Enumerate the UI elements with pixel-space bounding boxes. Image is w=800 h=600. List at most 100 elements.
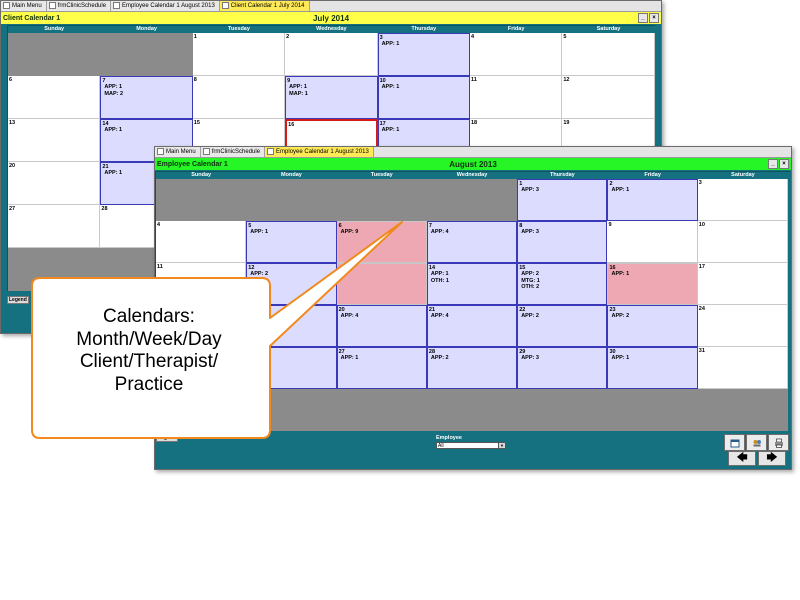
calendar-day-cell[interactable]: 16 APP: 1 <box>607 263 698 305</box>
calendar-day-cell[interactable]: 20 <box>8 162 101 205</box>
day-number: 8 <box>193 77 197 83</box>
calendar-day-cell[interactable]: 7 APP: 1 MAP: 2 <box>100 76 193 119</box>
back-tab-clinic-schedule[interactable]: frmClinicSchedule <box>46 1 112 11</box>
previous-month-button[interactable]: 🡄 <box>728 451 756 466</box>
day-number: 12 <box>563 77 570 83</box>
chevron-down-icon[interactable]: ▼ <box>498 443 505 448</box>
front-tab-main-menu[interactable]: Main Menu <box>155 147 201 157</box>
event-count: OTH: 1 <box>430 277 449 284</box>
calendar-day-cell[interactable]: 27 APP: 1 <box>336 347 427 389</box>
day-events: APP: 1 <box>611 355 629 362</box>
day-events: APP: 1 <box>341 355 359 362</box>
calendar-day-cell[interactable]: 21 APP: 4 <box>426 305 518 347</box>
day-number: 4 <box>157 222 161 228</box>
back-legend-button[interactable]: Legend <box>7 296 29 304</box>
day-events: APP: 1 OTH: 1 <box>431 271 449 284</box>
day-events: APP: 3 <box>521 229 539 236</box>
weekday-header-friday: Friday <box>507 26 525 32</box>
calendar-day-cell[interactable]: 6 APP: 9 <box>336 221 427 263</box>
appointment-button[interactable] <box>746 434 767 451</box>
event-count: APP: 1 <box>104 127 123 133</box>
event-count: APP: 1 <box>611 355 630 361</box>
calendar-day-cell[interactable]: 22 APP: 2 <box>517 305 608 347</box>
day-events: APP: 1 <box>382 84 400 91</box>
back-tab-client-calendar[interactable]: Client Calendar 1 July 2014 <box>219 1 310 11</box>
calendar-day-cell[interactable]: 10 <box>697 221 789 263</box>
calendar-day-cell[interactable]: 27 <box>8 205 101 248</box>
day-events: APP: 1 <box>382 41 400 48</box>
calendar-day-cell[interactable]: 29 APP: 3 <box>517 347 608 389</box>
calendar-day-cell[interactable]: 23 APP: 2 <box>607 305 698 347</box>
calendar-day-cell[interactable]: 1 <box>192 33 286 76</box>
day-number: 2 <box>286 34 290 40</box>
weekday-header-monday: Monday <box>281 172 302 178</box>
calendar-day-cell[interactable]: 17 <box>697 263 789 305</box>
calendar-day-cell[interactable]: 8 <box>192 76 286 119</box>
arrow-left-icon: 🡄 <box>736 452 748 464</box>
calendar-day-cell[interactable]: 4 <box>156 221 247 263</box>
print-button[interactable] <box>768 434 789 451</box>
back-month-title: July 2014 <box>312 13 350 23</box>
employee-select[interactable]: All ▼ <box>436 442 506 449</box>
day-events: APP: 1 MAP: 2 <box>104 84 123 97</box>
employee-select-value: All <box>438 443 444 449</box>
calendar-day-cell[interactable]: 1 APP: 3 <box>517 179 608 221</box>
calendar-day-cell[interactable] <box>336 263 427 305</box>
front-tab-strip: Main Menu frmClinicSchedule Employee Calen… <box>155 147 791 158</box>
calendar-day-cell[interactable]: 11 <box>469 76 563 119</box>
back-tab-employee-calendar[interactable]: Employee Calendar 1 August 2013 <box>111 1 220 11</box>
calendar-day-cell[interactable]: 2 APP: 1 <box>607 179 698 221</box>
back-tab-main-menu[interactable]: Main Menu <box>1 1 47 11</box>
calendar-day-cell[interactable]: 11 <box>156 263 247 305</box>
calendar-day-cell[interactable]: 9 APP: 1 MAP: 1 <box>285 76 378 119</box>
calendar-day-cell[interactable]: 12 <box>562 76 655 119</box>
calendar-day-cell[interactable]: 28 APP: 2 <box>426 347 518 389</box>
calendar-day-cell[interactable]: 7 APP: 4 <box>426 221 518 263</box>
calendar-day-cell[interactable]: 10 APP: 1 <box>377 76 470 119</box>
front-tab-clinic-schedule[interactable]: frmClinicSchedule <box>200 147 266 157</box>
calendar-day-cell[interactable]: 4 <box>469 33 563 76</box>
calendar-day-cell[interactable]: 14 APP: 1 OTH: 1 <box>426 263 518 305</box>
day-events: APP: 4 <box>431 313 449 320</box>
calendar-day-cell[interactable]: 12 APP: 2 <box>246 263 337 305</box>
calendar-day-cell[interactable]: 6 <box>8 76 101 119</box>
event-count: APP: 4 <box>430 313 449 319</box>
calendar-day-cell[interactable]: 24 <box>697 305 789 347</box>
calendar-day-cell <box>426 389 518 431</box>
calendar-day-cell[interactable]: 3 <box>697 179 789 221</box>
calendar-day-cell[interactable]: 30 APP: 1 <box>607 347 698 389</box>
calendar-day-cell <box>156 179 247 221</box>
front-legend-button[interactable]: Legend <box>156 434 178 442</box>
day-number: 4 <box>470 34 475 40</box>
front-tab-employee-calendar[interactable]: Employee Calendar 1 August 2013 <box>265 147 374 157</box>
calendar-day-cell[interactable]: 3 APP: 1 <box>377 33 470 76</box>
event-count: APP: 1 <box>381 41 400 47</box>
calendar-day-cell[interactable]: 20 APP: 4 <box>336 305 427 347</box>
day-number: 31 <box>698 348 705 354</box>
calendar-day-cell[interactable]: 9 <box>607 221 698 263</box>
calendar-day-cell <box>8 33 101 76</box>
calendar-view-button[interactable] <box>724 434 745 451</box>
day-events: APP: 1 <box>611 187 629 194</box>
calendar-day-cell[interactable]: 8 APP: 3 <box>517 221 608 263</box>
event-count: APP: 1 <box>289 84 307 90</box>
calendar-day-cell[interactable]: 5 APP: 1 <box>246 221 337 263</box>
weekday-header-wednesday: Wednesday <box>456 172 488 178</box>
calendar-day-cell[interactable]: 31 <box>697 347 789 389</box>
event-count: APP: 2 <box>250 271 269 277</box>
close-button[interactable]: × <box>779 159 789 169</box>
back-title-bar: Client Calendar 1 July 2014 _ × <box>1 12 661 24</box>
calendar-day-cell[interactable]: 13 <box>8 119 101 162</box>
event-count: APP: 1 <box>430 271 449 277</box>
minimize-button[interactable]: _ <box>638 13 648 23</box>
close-button[interactable]: × <box>649 13 659 23</box>
minimize-button[interactable]: _ <box>768 159 778 169</box>
calendar-day-cell[interactable]: 2 <box>285 33 378 76</box>
calendar-day-cell[interactable]: 15 APP: 2 MTG: 1 OTH: 2 <box>517 263 608 305</box>
day-events: APP: 4 <box>341 313 359 320</box>
day-events: APP: 1 <box>382 127 400 134</box>
next-month-button[interactable]: 🡆 <box>758 451 786 466</box>
event-count: MAP: 2 <box>104 90 124 97</box>
day-number: 10 <box>698 222 705 228</box>
calendar-day-cell[interactable]: 5 <box>562 33 655 76</box>
